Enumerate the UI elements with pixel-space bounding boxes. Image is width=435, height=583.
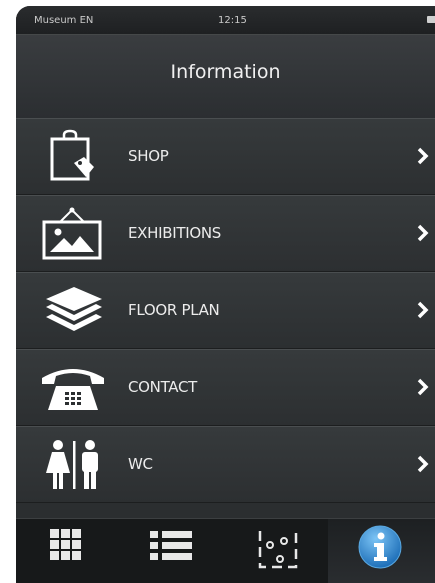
status-bar: Museum EN 12:15 <box>16 6 435 34</box>
information-menu: SHOP EXHIBITIONS FLOOR PLAN CONTACT WC <box>16 118 435 503</box>
layers-icon <box>40 283 106 339</box>
tab-list[interactable] <box>120 519 224 583</box>
page-title: Information <box>170 61 281 83</box>
info-icon <box>358 525 402 569</box>
battery-icon <box>427 16 435 23</box>
menu-item-label: CONTACT <box>128 378 198 396</box>
carrier-label: Museum EN <box>34 15 94 26</box>
menu-item-contact[interactable]: CONTACT <box>16 349 435 426</box>
tab-info[interactable] <box>328 519 435 583</box>
tab-map[interactable] <box>224 519 328 583</box>
menu-item-label: WC <box>128 455 153 473</box>
keypad-icon <box>50 529 81 560</box>
chevron-right-icon <box>417 147 429 165</box>
menu-item-label: EXHIBITIONS <box>128 224 222 242</box>
tab-bar <box>16 518 435 583</box>
tab-keypad[interactable] <box>16 519 120 583</box>
chevron-right-icon <box>417 301 429 319</box>
restroom-icon <box>40 437 106 493</box>
menu-item-label: FLOOR PLAN <box>128 301 220 319</box>
clock: 12:15 <box>218 15 247 26</box>
menu-item-shop[interactable]: SHOP <box>16 118 435 195</box>
shopping-bag-icon <box>40 129 106 185</box>
map-icon <box>258 531 298 569</box>
list-icon <box>150 531 192 560</box>
menu-item-floor-plan[interactable]: FLOOR PLAN <box>16 272 435 349</box>
chevron-right-icon <box>417 455 429 473</box>
menu-item-label: SHOP <box>128 147 169 165</box>
app-screen: Museum EN 12:15 Information SHOP EXHIBIT… <box>16 6 435 583</box>
telephone-icon <box>40 360 106 416</box>
chevron-right-icon <box>417 224 429 242</box>
menu-item-exhibitions[interactable]: EXHIBITIONS <box>16 195 435 272</box>
menu-item-wc[interactable]: WC <box>16 426 435 503</box>
framed-picture-icon <box>40 206 106 262</box>
chevron-right-icon <box>417 378 429 396</box>
navigation-bar: Information <box>16 34 435 119</box>
